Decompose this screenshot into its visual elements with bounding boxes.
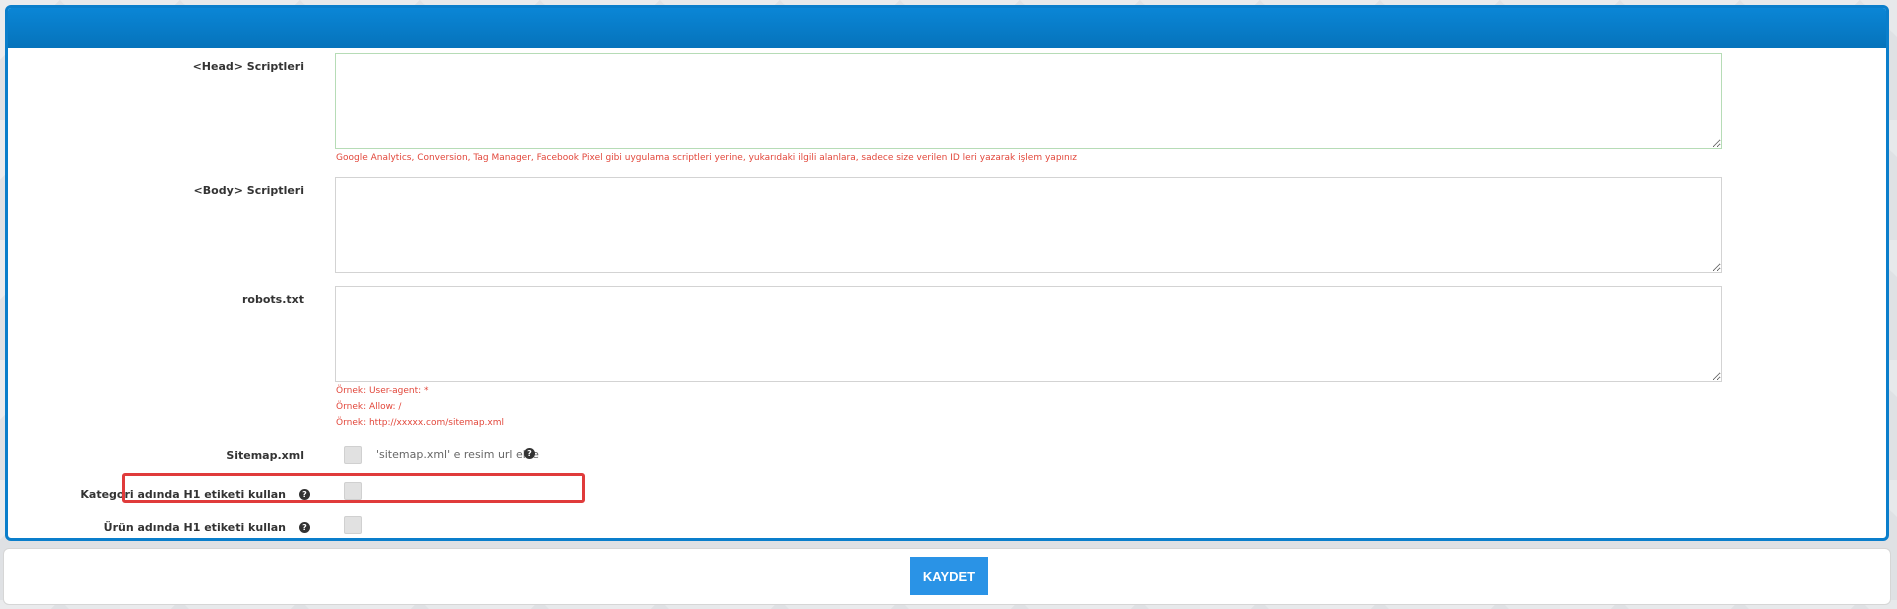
sitemap-checkbox-text: 'sitemap.xml' e resim url ekle: [376, 448, 539, 461]
head-scripts-textarea[interactable]: [335, 53, 1722, 149]
category-h1-checkbox[interactable]: [344, 482, 362, 500]
product-h1-label: Ürün adında H1 etiketi kullan: [103, 521, 286, 534]
sitemap-label: Sitemap.xml: [226, 449, 304, 462]
head-scripts-label: <Head> Scriptleri: [192, 60, 304, 73]
settings-panel: <Head> Scriptleri Google Analytics, Conv…: [5, 5, 1889, 541]
category-h1-label: Kategori adında H1 etiketi kullan: [80, 488, 286, 501]
body-scripts-textarea[interactable]: [335, 177, 1722, 273]
product-h1-checkbox[interactable]: [344, 516, 362, 534]
body-scripts-label: <Body> Scriptleri: [193, 184, 304, 197]
question-circle-icon[interactable]: ?: [524, 448, 535, 459]
robots-textarea[interactable]: [335, 286, 1722, 382]
footer-bar: KAYDET: [3, 548, 1891, 605]
head-scripts-hint: Google Analytics, Conversion, Tag Manage…: [336, 153, 1077, 163]
save-button[interactable]: KAYDET: [910, 557, 988, 595]
robots-label: robots.txt: [241, 293, 304, 306]
sitemap-image-checkbox[interactable]: [344, 446, 362, 464]
question-circle-icon[interactable]: ?: [299, 489, 310, 500]
question-circle-icon[interactable]: ?: [299, 522, 310, 533]
panel-header: [8, 8, 1886, 48]
robots-hint-1: Örnek: User-agent: *: [336, 386, 429, 396]
robots-hint-3: Örnek: http://xxxxx.com/sitemap.xml: [336, 418, 504, 428]
robots-hint-2: Örnek: Allow: /: [336, 402, 402, 412]
